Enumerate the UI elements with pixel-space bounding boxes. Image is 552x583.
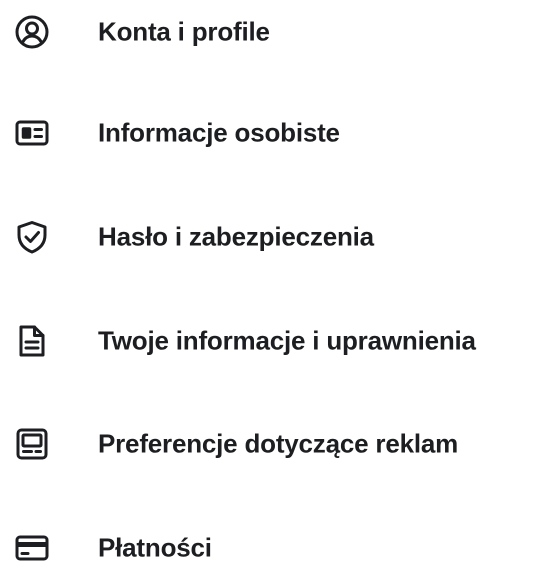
account-circle-icon bbox=[14, 14, 50, 50]
menu-item-label: Informacje osobiste bbox=[98, 117, 340, 148]
menu-item-password-security[interactable]: Hasło i zabezpieczenia bbox=[0, 202, 552, 272]
menu-item-label: Płatności bbox=[98, 532, 212, 563]
menu-item-label: Hasło i zabezpieczenia bbox=[98, 221, 374, 252]
document-icon bbox=[14, 323, 50, 359]
id-card-icon bbox=[14, 115, 50, 151]
menu-item-accounts-profiles[interactable]: Konta i profile bbox=[0, 0, 552, 67]
menu-item-payments[interactable]: Płatności bbox=[0, 513, 552, 583]
menu-item-label: Preferencje dotyczące reklam bbox=[98, 428, 459, 459]
menu-item-personal-info[interactable]: Informacje osobiste bbox=[0, 98, 552, 168]
menu-item-your-info-permissions[interactable]: Twoje informacje i uprawnienia bbox=[0, 306, 552, 376]
settings-menu: Konta i profile Informacje osobiste Hasł… bbox=[0, 0, 552, 563]
ad-display-icon bbox=[14, 426, 50, 462]
menu-item-label: Konta i profile bbox=[98, 16, 270, 47]
menu-item-label: Twoje informacje i uprawnienia bbox=[98, 325, 476, 356]
credit-card-icon bbox=[14, 530, 50, 566]
menu-item-ad-preferences[interactable]: Preferencje dotyczące reklam bbox=[0, 409, 552, 479]
shield-check-icon bbox=[14, 219, 50, 255]
